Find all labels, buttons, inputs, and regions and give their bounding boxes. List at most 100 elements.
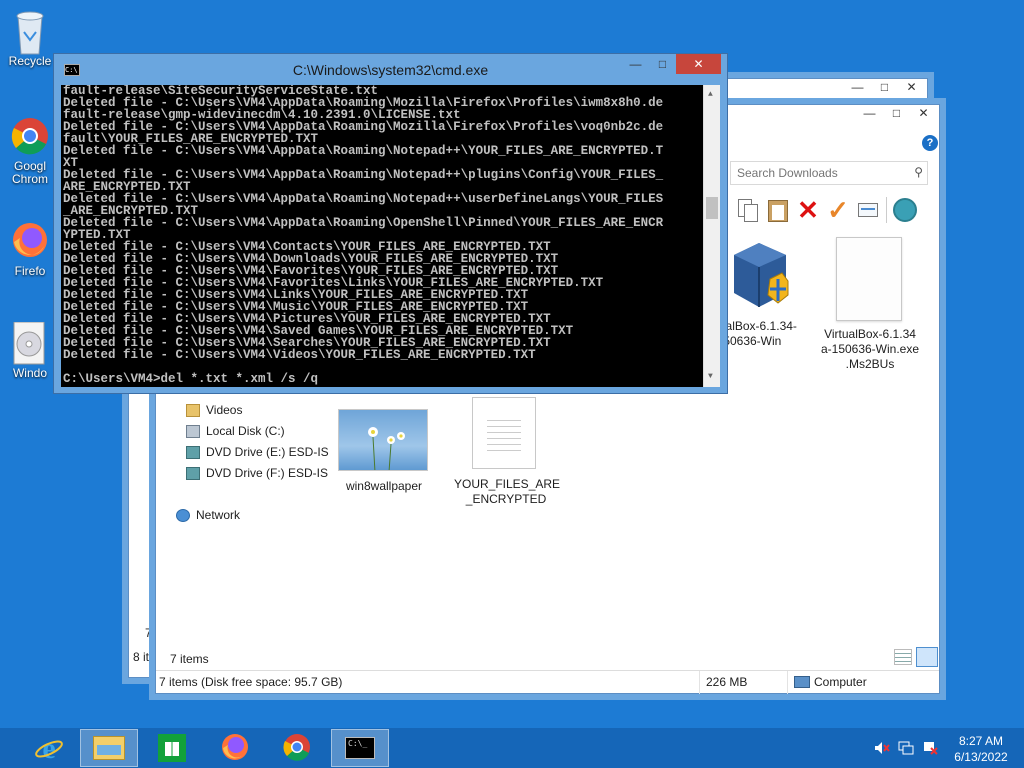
- status-divider: [699, 671, 700, 694]
- window-controls: — □ ✕: [844, 77, 925, 97]
- scroll-down-icon[interactable]: ▼: [708, 371, 713, 383]
- window-controls: — □ ✕: [622, 54, 721, 74]
- item-count: 7 items: [170, 652, 209, 666]
- computer-icon: [794, 676, 810, 688]
- tray-action-center-icon[interactable]: [922, 740, 938, 756]
- status-divider: [787, 671, 788, 694]
- desktop-icon-label: Windo: [12, 366, 47, 380]
- minimize-button[interactable]: —: [856, 103, 883, 123]
- delete-icon[interactable]: ✕: [796, 197, 820, 223]
- maximize-button[interactable]: □: [871, 77, 898, 97]
- nav-label: DVD Drive (E:) ESD-IS: [206, 445, 329, 459]
- taskbar-chrome-button[interactable]: [268, 729, 326, 767]
- status-bar: 7 items (Disk free space: 95.7 GB) 226 M…: [156, 670, 939, 694]
- close-button[interactable]: ✕: [898, 77, 925, 97]
- nav-item-videos[interactable]: Videos: [186, 403, 242, 417]
- large-icons-view-icon[interactable]: [916, 647, 938, 667]
- paste-icon[interactable]: [766, 197, 790, 223]
- internet-explorer-icon: e: [34, 732, 64, 765]
- window-controls: — □ ✕: [856, 103, 937, 123]
- toolbar: ✕ ✓: [736, 193, 917, 227]
- file-name: VirtualBox-6.1.34 a-150636-Win.exe .Ms2B…: [820, 327, 920, 371]
- nav-label: Videos: [206, 403, 243, 417]
- virtualbox-icon: [724, 235, 794, 315]
- nav-label: Network: [196, 508, 241, 522]
- details-view-icon[interactable]: [894, 649, 912, 665]
- desktop-icon-firefox[interactable]: Firefo: [2, 220, 58, 278]
- close-button[interactable]: ✕: [910, 103, 937, 123]
- network-globe-icon[interactable]: [893, 198, 917, 222]
- console-line: C:\Users\VM4>del *.txt *.xml /s /q: [63, 372, 319, 386]
- store-icon: [158, 734, 186, 762]
- nav-item-network[interactable]: Network: [176, 508, 240, 522]
- file-item-win8wallpaper[interactable]: win8wallpaper: [336, 409, 432, 499]
- scroll-up-icon[interactable]: ▲: [708, 89, 713, 101]
- desktop-icon-chrome[interactable]: Googl Chrom: [2, 116, 58, 186]
- dvd-drive-icon: [186, 445, 200, 459]
- search-input[interactable]: [735, 164, 905, 182]
- nav-item-dvd-e[interactable]: DVD Drive (E:) ESD-IS: [186, 445, 329, 459]
- taskbar-store-button[interactable]: [143, 729, 201, 767]
- console-line: Deleted file - C:\Users\VM4\Videos\YOUR_…: [63, 348, 536, 362]
- hard-drive-icon: [186, 424, 200, 438]
- search-box[interactable]: ⚲: [730, 161, 928, 185]
- minimize-button[interactable]: —: [844, 77, 871, 97]
- firefox-icon: [10, 220, 50, 260]
- cmd-scrollbar[interactable]: ▲ ▼: [703, 85, 720, 387]
- taskbar: e C:\_ 8:27 AM 6/13/2022: [0, 728, 1024, 768]
- search-icon[interactable]: ⚲: [914, 165, 923, 179]
- firefox-icon: [220, 732, 250, 765]
- desktop-icon-recycle-bin[interactable]: Recycle: [2, 8, 58, 68]
- cmd-title-bar[interactable]: C:\ C:\Windows\system32\cmd.exe — □ ✕: [54, 54, 727, 85]
- desktop-icon-label: Firefo: [14, 264, 46, 278]
- file-explorer-icon: [93, 736, 125, 760]
- taskbar-ie-button[interactable]: e: [20, 729, 78, 767]
- status-size: 226 MB: [706, 675, 748, 689]
- status-left: 7 items (Disk free space: 95.7 GB): [159, 675, 343, 689]
- taskbar-cmd-button[interactable]: C:\_: [331, 729, 389, 767]
- image-thumbnail: [338, 409, 428, 471]
- desktop-icon-windows-disc[interactable]: Windo: [2, 321, 58, 380]
- taskbar-explorer-button[interactable]: [80, 729, 138, 767]
- tray-date[interactable]: 6/13/2022: [944, 750, 1018, 764]
- chrome-icon: [10, 116, 50, 156]
- close-button[interactable]: ✕: [676, 54, 721, 74]
- svg-text:e: e: [42, 733, 55, 763]
- tray-network-icon[interactable]: [898, 740, 914, 756]
- scrollbar-thumb[interactable]: [706, 197, 718, 219]
- nav-item-dvd-f[interactable]: DVD Drive (F:) ESD-IS: [186, 466, 328, 480]
- file-item-your-files-encrypted[interactable]: YOUR_FILES_ARE _ENCRYPTED: [454, 393, 560, 513]
- tray-time[interactable]: 8:27 AM: [944, 734, 1018, 748]
- maximize-button[interactable]: □: [883, 103, 910, 123]
- document-icon: [836, 237, 902, 321]
- recycle-bin-icon: [10, 8, 50, 55]
- maximize-button[interactable]: □: [649, 54, 676, 74]
- cmd-output: fault-release\SiteSecurityServiceState.t…: [63, 85, 703, 385]
- copy-icon[interactable]: [736, 197, 760, 223]
- tray-volume-muted-icon[interactable]: [874, 741, 890, 755]
- file-name: win8wallpaper: [345, 479, 423, 493]
- disc-icon: [10, 321, 50, 365]
- network-icon: [176, 508, 190, 522]
- help-icon[interactable]: ?: [922, 135, 938, 151]
- nav-label: Local Disk (C:): [206, 424, 285, 438]
- status-location: Computer: [814, 675, 867, 689]
- back-item-count: 8 it: [133, 650, 150, 664]
- nav-label: DVD Drive (F:) ESD-IS: [206, 466, 329, 480]
- properties-icon[interactable]: [856, 197, 880, 223]
- rename-check-icon[interactable]: ✓: [826, 197, 850, 223]
- back-count-partial: 7: [145, 626, 152, 640]
- file-item-virtualbox-encrypted[interactable]: VirtualBox-6.1.34 a-150636-Win.exe .Ms2B…: [814, 231, 926, 371]
- desktop-icon-label: Recycle: [8, 54, 52, 68]
- console-line: Deleted file - C:\Users\VM4\AppData\Roam…: [63, 144, 664, 158]
- desktop-icon-label: Googl Chrom: [11, 159, 48, 186]
- minimize-button[interactable]: —: [622, 54, 649, 74]
- cmd-icon: C:\_: [345, 737, 375, 759]
- cmd-window[interactable]: C:\ C:\Windows\system32\cmd.exe — □ ✕ fa…: [53, 53, 728, 394]
- console-line: Deleted file - C:\Users\VM4\AppData\Roam…: [63, 216, 664, 230]
- text-document-icon: [472, 397, 536, 469]
- chrome-icon: [282, 732, 312, 765]
- nav-item-local-disk[interactable]: Local Disk (C:): [186, 424, 285, 438]
- taskbar-firefox-button[interactable]: [206, 729, 264, 767]
- cmd-console[interactable]: fault-release\SiteSecurityServiceState.t…: [61, 85, 720, 387]
